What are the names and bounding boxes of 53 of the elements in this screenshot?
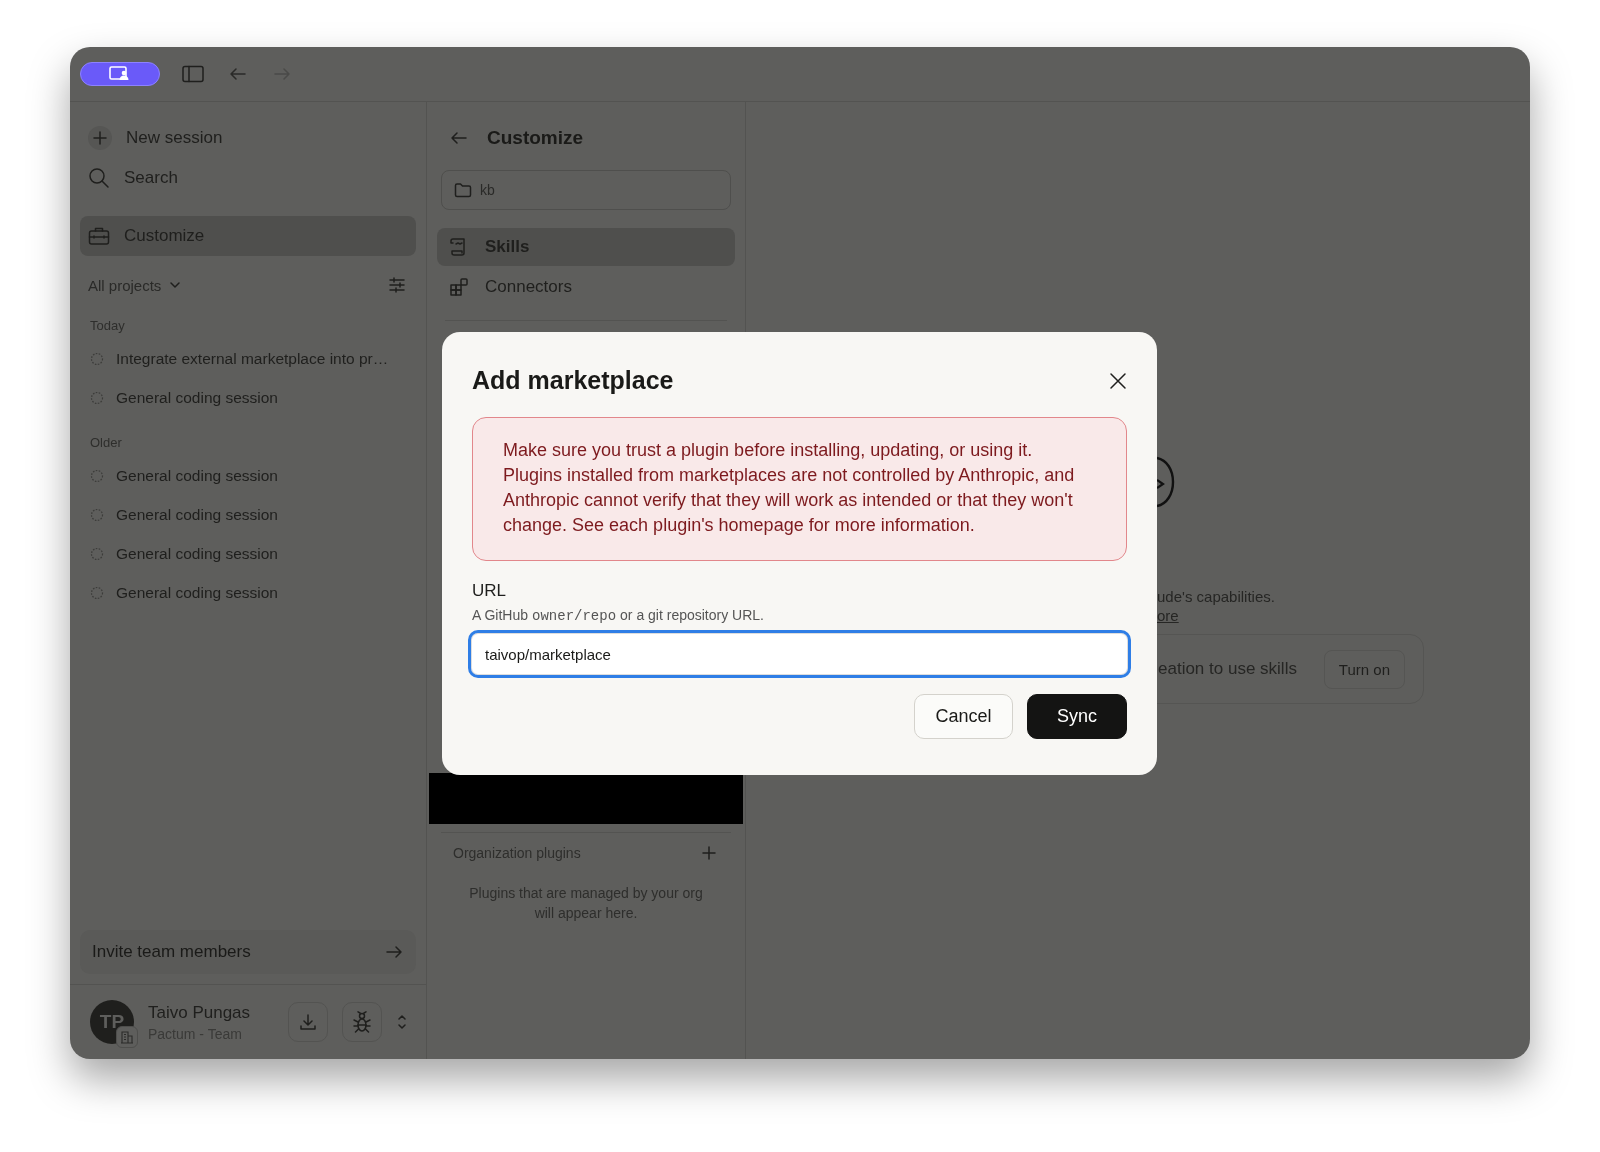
filter-settings-button[interactable] [386, 274, 408, 296]
turn-on-button[interactable]: Turn on [1323, 649, 1405, 689]
field-hint: A GitHub owner/repo or a git repository URL. [472, 607, 765, 624]
dotted-circle-icon [90, 585, 104, 600]
chevron-down-icon [169, 279, 182, 291]
session-item[interactable]: General coding session [80, 378, 416, 417]
folder-icon [454, 182, 472, 198]
briefcase-icon [88, 226, 110, 246]
dotted-circle-icon [90, 468, 104, 483]
learn-more-link[interactable]: ore [1157, 607, 1179, 624]
url-input-field[interactable]: taivop/marketplace [468, 630, 1131, 678]
session-item[interactable]: General coding session [80, 573, 416, 612]
user-name: Taivo Pungas [148, 1002, 252, 1023]
download-button[interactable] [288, 1002, 328, 1042]
invite-team-button[interactable]: Invite team members [80, 930, 416, 974]
session-item[interactable]: Integrate external marketplace into pr… [80, 339, 416, 378]
add-button[interactable] [699, 843, 719, 863]
dotted-circle-icon [90, 507, 104, 522]
panel-title: Customize [487, 127, 584, 149]
nav-item[interactable]: Connectors [437, 268, 735, 306]
sidebar-icon [182, 65, 204, 83]
close-icon [1109, 371, 1127, 390]
dotted-circle-icon [90, 351, 104, 366]
session-item[interactable]: General coding session [80, 456, 416, 495]
description-text: ude's capabilities. [1157, 588, 1276, 605]
close-button[interactable] [1109, 371, 1127, 390]
sync-button[interactable]: Sync [1027, 694, 1127, 739]
download-icon [298, 1012, 318, 1032]
cancel-button[interactable]: Cancel [914, 694, 1013, 739]
plus-icon [701, 845, 717, 861]
dotted-circle-icon [90, 546, 104, 561]
search-icon [88, 167, 110, 189]
circle-outline-icon [1157, 454, 1175, 510]
dialog-title: Add marketplace [472, 366, 674, 395]
plus-icon [88, 126, 112, 150]
sliders-icon [388, 276, 406, 294]
chevron-up-down-icon [396, 1012, 408, 1032]
field-label: URL [472, 581, 507, 601]
warning-message: Make sure you trust a plugin before installing, updating, or using it. Plugins installed from marketplaces are not controlled by Anthropic, and Anthropic cannot verify that they will work as intended or that they won't change. See each plugin's homepage for more information. [472, 417, 1127, 561]
sidebar-item[interactable]: New session [80, 118, 416, 158]
sidebar-item[interactable]: Search [80, 158, 416, 198]
expand-account-button[interactable] [396, 1012, 408, 1032]
card-text: eation to use skills [1158, 659, 1297, 679]
bug-button[interactable] [342, 1002, 382, 1042]
avatar-initials: TP [99, 1011, 125, 1033]
blocks-icon [449, 277, 469, 297]
screen-person-icon [109, 66, 131, 82]
workspace-button[interactable] [80, 62, 160, 86]
session-item[interactable]: General coding session [80, 495, 416, 534]
sidebar-toggle-button[interactable] [180, 63, 206, 85]
dotted-circle-icon [90, 390, 104, 405]
session-item[interactable]: General coding session [80, 534, 416, 573]
bug-icon [352, 1011, 372, 1033]
